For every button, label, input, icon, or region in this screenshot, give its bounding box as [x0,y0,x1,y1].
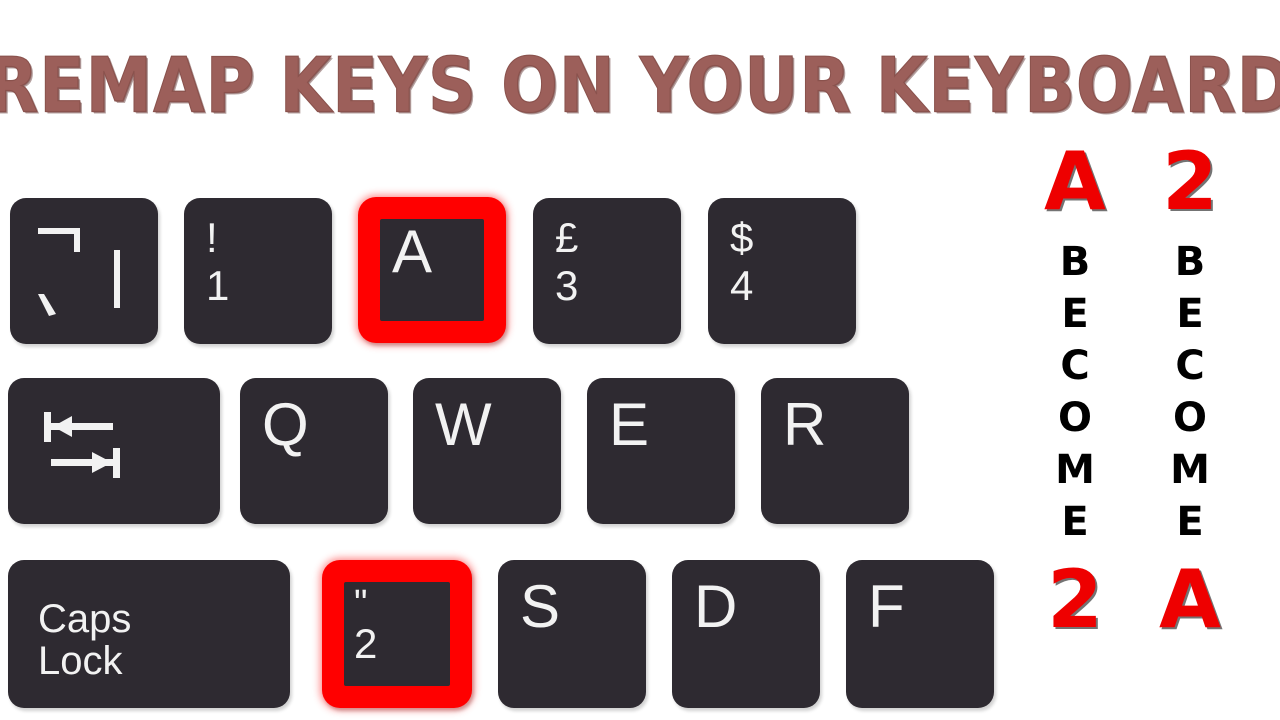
key-2-base-label: 2 [354,620,378,667]
key-w-label: W [435,391,492,458]
remap-right-becomes-letter: C [1175,343,1205,389]
remap-right-from: 2 [1162,135,1218,228]
remap-left-becomes-letter: O [1057,395,1092,441]
key-4[interactable]: $ 4 [708,198,856,344]
key-f-label: F [868,573,905,640]
key-a-label: A [392,218,433,285]
key-1[interactable]: ! 1 [184,198,332,344]
remap-left-becomes-letter: E [1061,499,1089,545]
key-3-base-label: 3 [555,262,579,309]
not-sign-icon [38,228,80,252]
key-caps-lock-label: Caps Lock [38,597,132,683]
remap-statement-left: A B E C O M E 2 [1020,140,1130,642]
key-backtick[interactable] [10,198,158,344]
key-1-shift-label: ! [206,214,218,261]
key-a-highlighted[interactable]: A [358,197,506,343]
remap-left-to: 2 [1047,553,1103,646]
remap-statement-right: 2 B E C O M E A [1135,140,1245,642]
key-q-label: Q [262,391,309,458]
key-e-label: E [609,391,650,458]
grave-accent-icon [38,294,56,316]
remap-left-becomes-word: B E C O M E [1020,236,1130,548]
key-tab[interactable] [8,378,220,524]
remap-right-becomes-letter: E [1176,291,1204,337]
remap-left-becomes-letter: M [1055,447,1095,493]
remap-left-from: A [1044,135,1106,228]
key-s-label: S [520,573,561,640]
key-w[interactable]: W [413,378,561,524]
remap-right-becomes-word: B E C O M E [1135,236,1245,548]
key-q[interactable]: Q [240,378,388,524]
remap-right-becomes-letter: O [1172,395,1207,441]
keyboard-illustration: ! 1 A £ 3 $ 4 Q W E R Caps Lock " 2 S D … [0,0,1010,720]
pipe-icon [114,250,120,308]
key-2-highlighted[interactable]: " 2 [322,560,472,708]
key-4-base-label: 4 [730,262,754,309]
remap-right-becomes-letter: B [1174,239,1206,285]
remap-right-to: A [1159,553,1221,646]
tab-arrows-icon [44,412,120,478]
key-3[interactable]: £ 3 [533,198,681,344]
key-r-label: R [783,391,827,458]
key-s[interactable]: S [498,560,646,708]
key-d[interactable]: D [672,560,820,708]
key-4-shift-label: $ [730,214,754,261]
remap-left-becomes-letter: E [1061,291,1089,337]
key-r[interactable]: R [761,378,909,524]
key-a-face: A [380,219,484,321]
remap-left-becomes-letter: C [1060,343,1090,389]
remap-right-becomes-letter: E [1176,499,1204,545]
key-e[interactable]: E [587,378,735,524]
key-2-face: " 2 [344,582,450,686]
key-d-label: D [694,573,738,640]
key-1-base-label: 1 [206,262,230,309]
remap-right-becomes-letter: M [1170,447,1210,493]
key-3-shift-label: £ [555,214,579,261]
key-f[interactable]: F [846,560,994,708]
key-caps-lock[interactable]: Caps Lock [8,560,290,708]
remap-left-becomes-letter: B [1059,239,1091,285]
